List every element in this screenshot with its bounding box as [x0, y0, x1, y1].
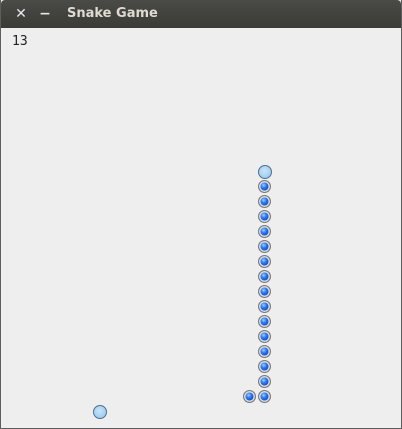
- snake-body-segment: [258, 390, 271, 403]
- snake-body-segment: [258, 240, 271, 253]
- snake-head: [257, 164, 272, 179]
- snake-body-segment: [258, 345, 271, 358]
- snake-body-segment: [258, 195, 271, 208]
- food-apple: [92, 404, 107, 419]
- snake-body-segment: [258, 315, 271, 328]
- game-window: ✕ − Snake Game 13: [0, 0, 402, 429]
- window-title: Snake Game: [67, 6, 158, 21]
- snake-body-segment: [258, 330, 271, 343]
- score-label: 13: [12, 34, 28, 49]
- snake-body-segment: [258, 285, 271, 298]
- minimize-icon[interactable]: −: [37, 6, 53, 22]
- snake-body-segment: [258, 225, 271, 238]
- snake-body-segment: [243, 390, 256, 403]
- snake-body-segment: [258, 210, 271, 223]
- snake-body-segment: [258, 180, 271, 193]
- snake-body-segment: [258, 375, 271, 388]
- snake-body-segment: [258, 360, 271, 373]
- game-board[interactable]: 13: [1, 28, 401, 428]
- snake-body-segment: [258, 270, 271, 283]
- close-icon[interactable]: ✕: [13, 6, 29, 22]
- snake-body-segment: [258, 300, 271, 313]
- snake-body-segment: [258, 255, 271, 268]
- title-bar[interactable]: ✕ − Snake Game: [1, 0, 401, 28]
